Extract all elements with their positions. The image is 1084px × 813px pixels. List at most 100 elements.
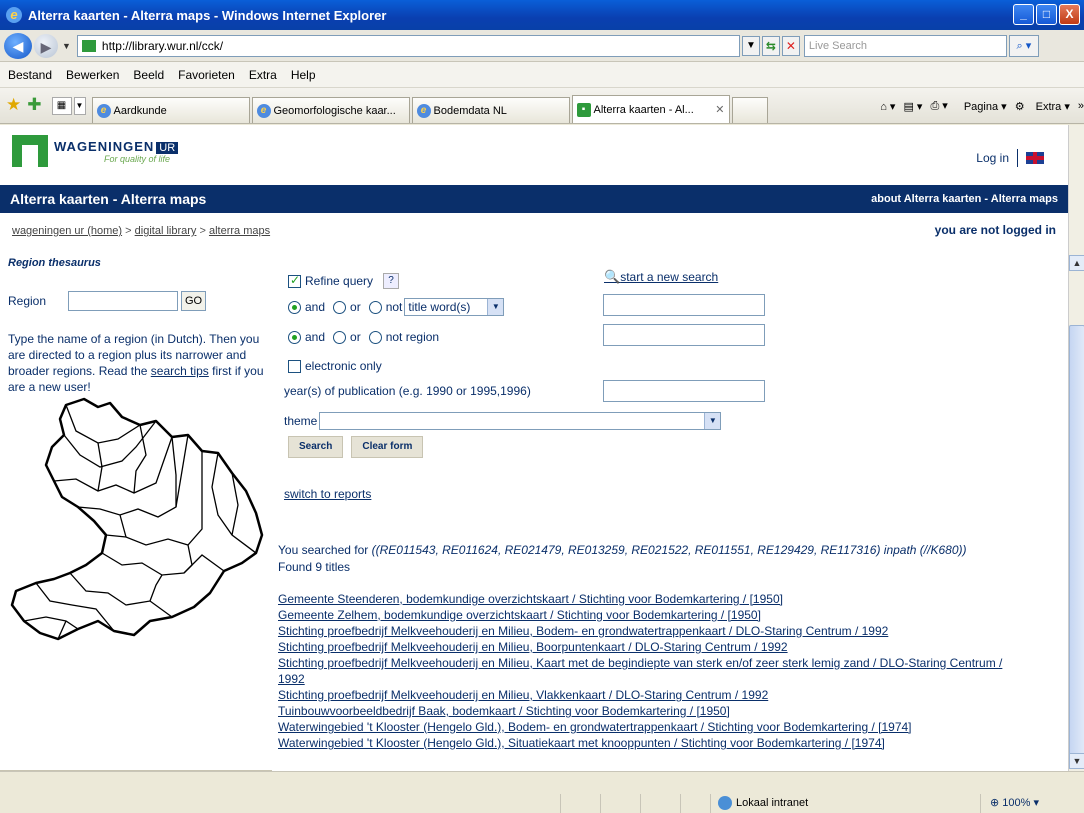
searched-query: ((RE011543, RE011624, RE021479, RE013259…	[371, 543, 967, 557]
and-radio-1[interactable]	[288, 300, 301, 314]
region-input[interactable]	[68, 291, 178, 311]
tab-aardkunde[interactable]: e Aardkunde	[91, 97, 250, 123]
region-label: Region	[8, 294, 47, 308]
result-link[interactable]: Waterwingebied 't Klooster (Hengelo Gld.…	[278, 719, 1018, 735]
tab-bodemdata[interactable]: e Bodemdata NL	[411, 97, 570, 123]
or-radio-1[interactable]	[333, 300, 347, 314]
years-input[interactable]	[603, 380, 765, 402]
magnifier-icon: 🔍	[604, 269, 621, 284]
not-radio-1[interactable]	[368, 300, 382, 314]
url-field[interactable]: http://library.wur.nl/cck/	[76, 34, 740, 57]
go-button[interactable]: GO	[181, 291, 207, 311]
result-link[interactable]: Waterwingebied 't Klooster (Hengelo Gld.…	[278, 735, 1018, 751]
ie-logo-icon: e	[6, 7, 22, 23]
menu-help[interactable]: Help	[291, 68, 316, 82]
forward-button[interactable]: ▶	[34, 33, 58, 58]
breadcrumb-home[interactable]: wageningen ur (home)	[12, 225, 122, 237]
menu-extra[interactable]: Extra	[249, 68, 277, 82]
divider	[980, 794, 981, 813]
zoom-value: 100%	[1002, 797, 1031, 809]
new-tab-button[interactable]	[731, 97, 768, 123]
scroll-down-icon[interactable]: ▼	[1069, 753, 1084, 769]
result-link[interactable]: Stichting proefbedrijf Melkveehouderij e…	[278, 687, 1018, 703]
switch-to-reports-link[interactable]: switch to reports	[284, 487, 371, 501]
url-dropdown-icon[interactable]: ▼	[741, 35, 760, 56]
electronic-only-checkbox[interactable]	[288, 359, 301, 373]
intranet-globe-icon	[718, 796, 732, 810]
live-search-input[interactable]: Live Search	[803, 34, 1007, 57]
and-radio-2[interactable]	[288, 330, 301, 344]
english-flag-icon[interactable]	[1026, 152, 1044, 164]
tab-bar: ★ ✚ ▦ ▼ e Aardkunde e Geomorfologische k…	[0, 88, 1084, 124]
wageningen-logo[interactable]: WAGENINGEN UR For quality of life	[12, 135, 179, 167]
menu-bestand[interactable]: Bestand	[8, 68, 52, 82]
zoom-level[interactable]: ⊕ 100% ▾	[990, 796, 1039, 809]
query-input-1[interactable]	[603, 294, 765, 316]
favorites-star-icon[interactable]: ★	[6, 95, 21, 115]
divider	[640, 794, 641, 813]
maximize-button[interactable]: □	[1036, 4, 1057, 25]
quick-tabs-icon[interactable]: ▦	[51, 97, 72, 115]
tab-close-icon[interactable]: ✕	[715, 103, 724, 116]
result-link[interactable]: Tuinbouwvoorbeeldbedrijf Baak, bodemkaar…	[278, 703, 1018, 719]
history-dropdown-icon[interactable]: ▼	[62, 41, 71, 51]
print-icon[interactable]: ⎙ ▾	[930, 99, 947, 113]
sidebar-title: Region thesaurus	[8, 257, 101, 269]
about-link[interactable]: about Alterra kaarten - Alterra maps	[871, 193, 1058, 205]
result-link[interactable]: Stichting proefbedrijf Melkveehouderij e…	[278, 655, 1018, 687]
or-label-2: or	[350, 330, 361, 344]
site-favicon-icon: ▪	[576, 102, 591, 117]
add-favorites-icon[interactable]: ✚	[27, 95, 41, 115]
new-search-label: start a new search	[620, 270, 719, 284]
result-link[interactable]: Gemeente Steenderen, bodemkundige overzi…	[278, 591, 1018, 607]
refresh-icon[interactable]: ⇆	[761, 35, 780, 56]
toolbar-overflow-icon[interactable]: »	[1078, 100, 1084, 112]
region-exclude-input[interactable]	[603, 324, 765, 346]
field-select[interactable]: title word(s) ▼	[404, 298, 505, 316]
stop-icon[interactable]: ✕	[781, 35, 800, 56]
scroll-up-icon[interactable]: ▲	[1069, 255, 1084, 271]
clear-form-button[interactable]: Clear form	[351, 436, 424, 458]
minimize-button[interactable]: _	[1013, 4, 1034, 25]
breadcrumb-library[interactable]: digital library	[135, 225, 197, 237]
or-radio-2[interactable]	[333, 330, 347, 344]
region-sidebar: Region thesaurus Region GO Type the name…	[8, 257, 268, 395]
menu-beeld[interactable]: Beeld	[133, 68, 164, 82]
tab-label: Bodemdata NL	[433, 104, 507, 117]
tools-menu[interactable]: ⚙ Extra ▾	[1015, 100, 1070, 113]
menu-bewerken[interactable]: Bewerken	[66, 68, 119, 82]
result-count: Found 9 titles	[278, 560, 351, 574]
result-link[interactable]: Stichting proefbedrijf Melkveehouderij e…	[278, 623, 1018, 639]
result-link[interactable]: Stichting proefbedrijf Melkveehouderij e…	[278, 639, 1018, 655]
security-zone[interactable]: Lokaal intranet	[718, 796, 808, 810]
back-button[interactable]: ◀	[4, 32, 32, 59]
scroll-thumb[interactable]	[1069, 325, 1084, 765]
vertical-scrollbar[interactable]: ▲ ▼	[1068, 125, 1084, 771]
tab-list-dropdown-icon[interactable]: ▼	[73, 97, 86, 115]
search-tips-link[interactable]: search tips	[151, 364, 209, 378]
status-bar: Lokaal intranet ⊕ 100% ▾	[0, 771, 1084, 813]
theme-select[interactable]: ▼	[319, 412, 722, 430]
tab-alterra-kaarten[interactable]: ▪ Alterra kaarten - Al... ✕	[571, 95, 730, 123]
refine-query-checkbox[interactable]	[288, 273, 301, 288]
region-map[interactable]	[6, 395, 268, 655]
breadcrumb: wageningen ur (home) > digital library >…	[12, 225, 270, 237]
tab-label: Aardkunde	[113, 104, 167, 117]
home-icon[interactable]: ⌂ ▾	[880, 100, 895, 113]
new-search-link[interactable]: 🔍start a new search	[604, 269, 718, 285]
tab-label: Alterra kaarten - Al...	[593, 103, 694, 116]
result-link[interactable]: Gemeente Zelhem, bodemkundige overzichts…	[278, 607, 1018, 623]
electronic-only-label: electronic only	[305, 359, 382, 373]
menu-favorieten[interactable]: Favorieten	[178, 68, 235, 82]
refine-row: Refine query ?	[288, 273, 400, 289]
feeds-icon[interactable]: ▤ ▾	[903, 100, 922, 113]
help-icon[interactable]: ?	[383, 273, 400, 289]
login-link[interactable]: Log in	[976, 151, 1009, 165]
close-button[interactable]: X	[1059, 4, 1080, 25]
not-region-radio[interactable]	[368, 330, 382, 344]
breadcrumb-maps[interactable]: alterra maps	[209, 225, 270, 237]
search-button[interactable]: Search	[288, 436, 344, 458]
page-menu[interactable]: Pagina ▾	[956, 100, 1007, 113]
tab-geomorfologische[interactable]: e Geomorfologische kaar...	[251, 97, 410, 123]
search-magnifier-icon[interactable]: ⌕ ▾	[1008, 34, 1039, 57]
